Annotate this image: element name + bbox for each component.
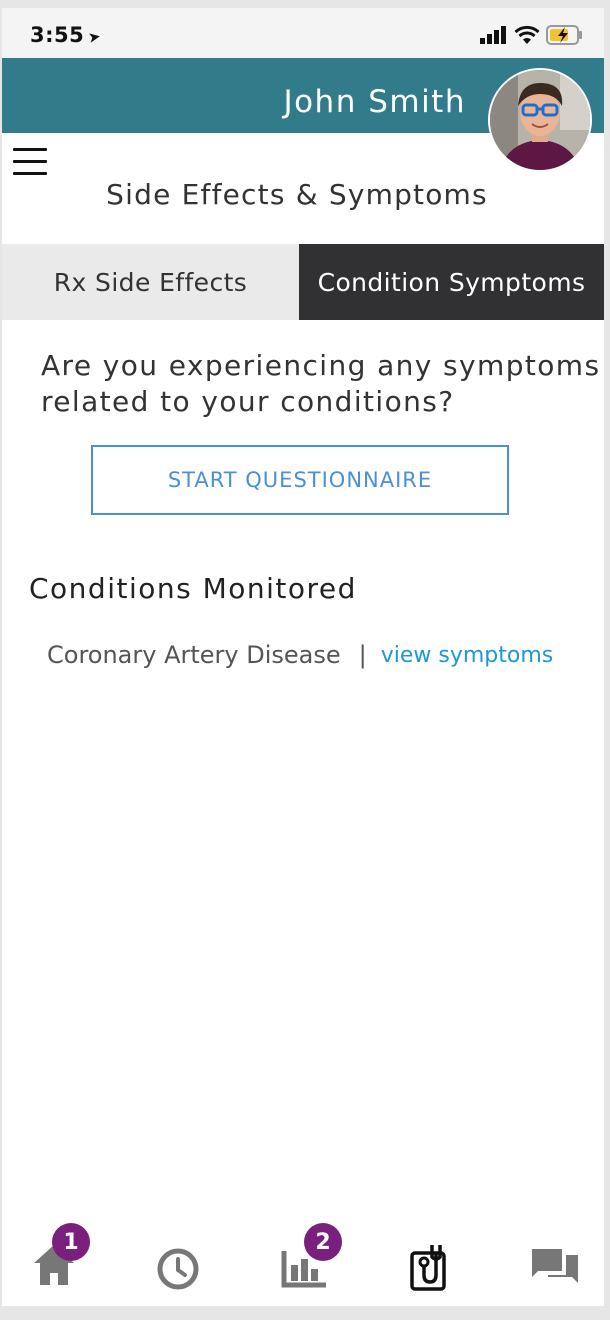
conditions-monitored-heading: Conditions Monitored [29, 572, 357, 605]
clock-icon [157, 1248, 199, 1290]
wifi-icon [514, 25, 540, 44]
status-time: 3:55 ➤ [30, 23, 103, 47]
status-icons [480, 24, 584, 46]
tab-rx-side-effects[interactable]: Rx Side Effects [2, 244, 299, 320]
condition-name: Coronary Artery Disease [47, 641, 341, 669]
stethoscope-icon [410, 1245, 446, 1291]
nav-symptoms[interactable] [400, 1237, 460, 1297]
bottom-nav: 1 2 [2, 1213, 604, 1306]
status-time-text: 3:55 [30, 23, 85, 47]
condition-separator: | [358, 641, 367, 669]
battery-charging-icon [546, 25, 582, 45]
tab-condition-symptoms[interactable]: Condition Symptoms [299, 244, 604, 320]
symptoms-question: Are you experiencing any symptoms relate… [41, 349, 601, 418]
page-title: Side Effects & Symptoms [106, 178, 488, 211]
user-name: John Smith [283, 84, 466, 120]
view-symptoms-link[interactable]: view symptoms [381, 643, 554, 668]
app-screen: 3:55 ➤ John Smith Side Effects & Symptom… [2, 8, 604, 1306]
avatar-image [490, 70, 590, 170]
chat-icon [532, 1249, 578, 1283]
start-questionnaire-button[interactable]: START QUESTIONNAIRE [91, 445, 509, 515]
hamburger-menu-icon[interactable] [13, 148, 47, 180]
condition-row: Coronary Artery Disease | view symptoms [47, 641, 553, 669]
tab-bar: Rx Side Effects Condition Symptoms [2, 244, 604, 320]
home-notification-badge: 1 [52, 1223, 90, 1261]
avatar[interactable] [488, 68, 592, 172]
nav-reports[interactable]: 2 [274, 1223, 342, 1297]
status-bar: 3:55 ➤ [2, 8, 604, 58]
nav-messages[interactable] [528, 1237, 588, 1297]
nav-home[interactable]: 1 [26, 1223, 90, 1297]
cellular-signal-icon [480, 26, 506, 44]
location-arrow-icon: ➤ [86, 27, 103, 47]
nav-history[interactable] [150, 1237, 210, 1297]
reports-notification-badge: 2 [304, 1223, 342, 1261]
